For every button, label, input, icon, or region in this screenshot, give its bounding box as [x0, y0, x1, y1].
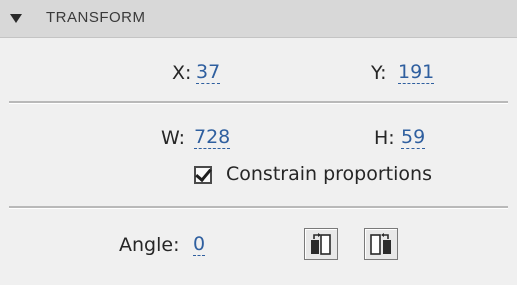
angle-label: Angle:	[119, 234, 180, 256]
h-label: H:	[374, 127, 395, 149]
y-label: Y:	[371, 62, 387, 84]
constrain-proportions-label[interactable]: Constrain proportions	[226, 163, 432, 185]
h-input[interactable]: 59	[401, 126, 426, 149]
rotate-right-icon	[370, 233, 391, 255]
angle-input[interactable]: 0	[193, 233, 206, 256]
triangle-down-icon[interactable]	[10, 14, 22, 23]
divider	[9, 101, 508, 104]
constrain-proportions-checkbox[interactable]	[194, 164, 212, 184]
check-icon	[195, 164, 212, 183]
w-input[interactable]: 728	[194, 126, 231, 149]
rotate-right-button[interactable]	[364, 228, 398, 260]
y-input[interactable]: 191	[398, 61, 435, 84]
divider	[9, 206, 508, 209]
transform-header[interactable]: TRANSFORM	[0, 0, 517, 38]
w-label: W:	[161, 127, 186, 149]
rotate-left-icon	[311, 233, 331, 255]
panel-title: TRANSFORM	[46, 9, 146, 26]
rotate-left-button[interactable]	[304, 228, 338, 260]
transform-panel: TRANSFORM X: 37 Y: 191 W: 728 H: 59 Cons…	[0, 0, 517, 285]
x-input[interactable]: 37	[196, 61, 221, 84]
x-label: X:	[172, 62, 192, 84]
